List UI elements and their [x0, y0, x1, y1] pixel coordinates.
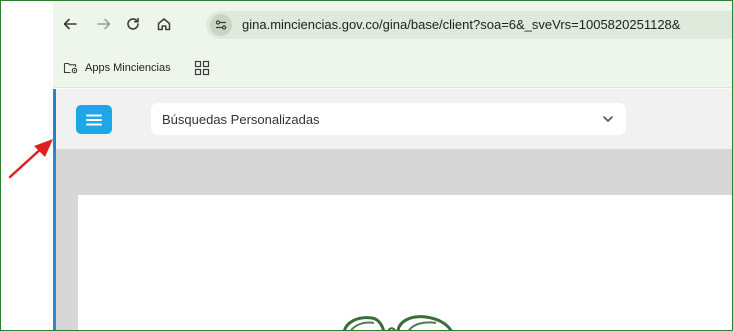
bookmark-label: Apps Minciencias [85, 62, 171, 74]
home-icon[interactable] [153, 13, 175, 35]
forward-arrow-icon[interactable] [93, 13, 115, 35]
search-select-value: Búsquedas Personalizadas [162, 111, 320, 127]
reload-icon[interactable] [122, 13, 144, 35]
apps-grid-icon[interactable] [194, 60, 210, 76]
hamburger-menu-button[interactable] [76, 105, 112, 134]
bookmark-apps-minciencias[interactable]: Apps Minciencias [63, 61, 171, 75]
folder-settings-icon [63, 62, 78, 74]
annotation-arrow-icon [8, 139, 53, 179]
back-arrow-icon[interactable] [59, 13, 81, 35]
site-info-icon[interactable] [210, 14, 232, 36]
coat-of-arms-emblem [343, 315, 453, 330]
search-select[interactable]: Búsquedas Personalizadas [151, 103, 626, 135]
url-text[interactable]: gina.minciencias.gov.co/gina/base/client… [242, 17, 680, 32]
hamburger-menu-icon [86, 114, 102, 125]
app-header: Búsquedas Personalizadas [56, 89, 732, 149]
screenshot-frame: gina.minciencias.gov.co/gina/base/client… [0, 0, 733, 331]
web-app-viewport: Búsquedas Personalizadas [53, 89, 732, 330]
document-sheet [78, 195, 732, 330]
chevron-down-icon [603, 116, 613, 122]
